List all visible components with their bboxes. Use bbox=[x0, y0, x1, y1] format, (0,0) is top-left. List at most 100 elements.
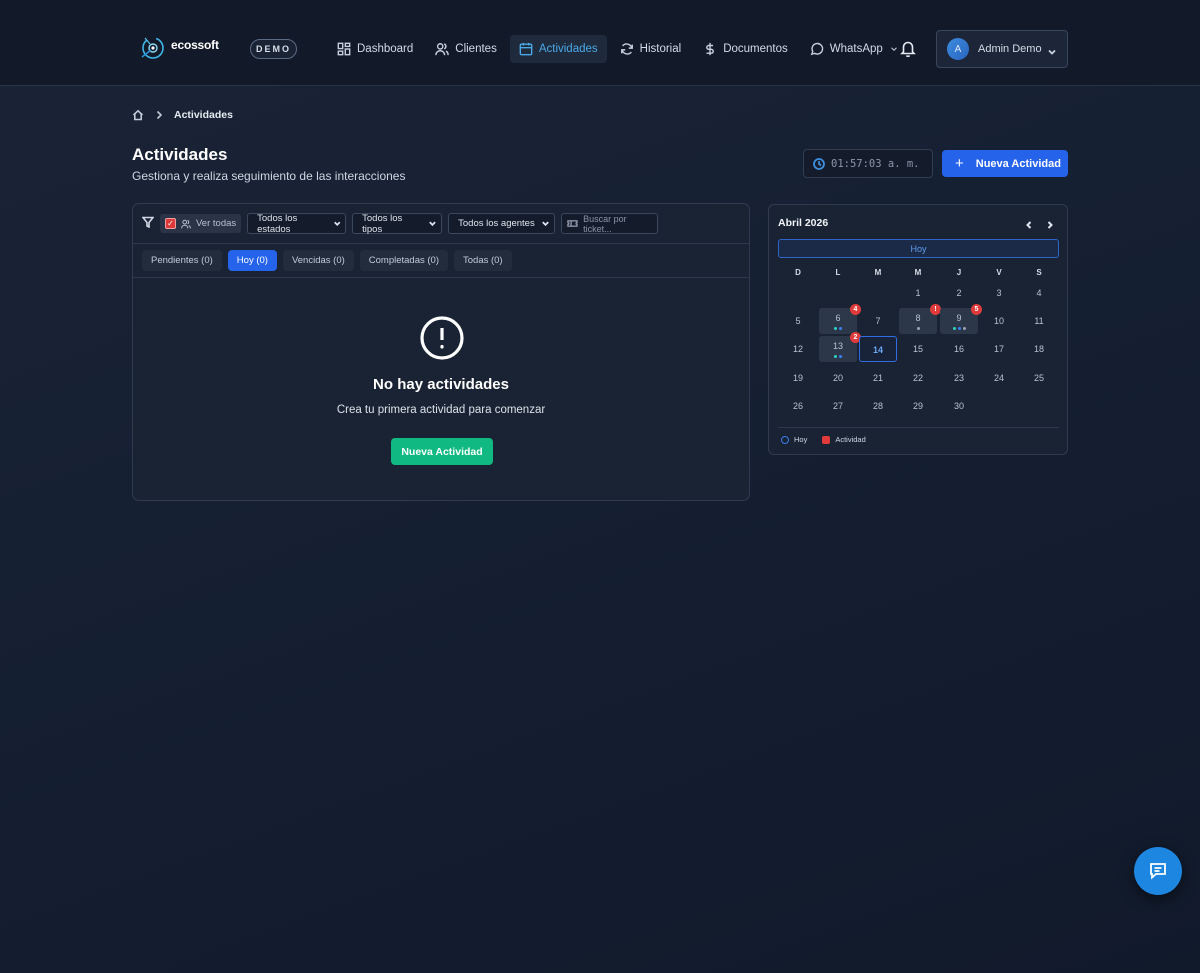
calendar-day[interactable]: 14 bbox=[859, 336, 897, 362]
calendar-day[interactable]: 23 bbox=[940, 365, 978, 391]
chevron-left-icon[interactable] bbox=[1024, 217, 1034, 229]
refresh-icon bbox=[620, 43, 633, 55]
activities-panel: ✓ Ver todas Todos los estados Todos los … bbox=[132, 203, 750, 501]
estado-value: Todos los estados bbox=[257, 212, 298, 235]
calendar-day[interactable]: 21 bbox=[859, 365, 897, 391]
agente-select[interactable]: Todos los agentes bbox=[448, 213, 556, 234]
day-number: 26 bbox=[792, 401, 803, 411]
day-number: 28 bbox=[872, 401, 883, 411]
nav-item-historial[interactable]: Historial bbox=[611, 35, 691, 63]
day-number: 25 bbox=[1033, 373, 1044, 383]
calendar-day[interactable]: 3 bbox=[980, 280, 1018, 306]
calendar-today-button[interactable]: Hoy bbox=[778, 239, 1059, 258]
calendar-day[interactable]: 28 bbox=[859, 393, 897, 419]
activity-dot bbox=[839, 327, 842, 330]
calendar-day[interactable]: 1 bbox=[899, 280, 937, 306]
activity-dots bbox=[940, 327, 978, 330]
calendar-widget: Abril 2026 Hoy D L M M J V S 1 2 3 4 5 6 4 7 8! 9 5 10 11 12… bbox=[768, 204, 1068, 455]
calendar-day[interactable]: 2 bbox=[940, 280, 978, 306]
nav-item-clientes[interactable]: Clientes bbox=[426, 35, 506, 63]
home-icon[interactable] bbox=[132, 109, 144, 121]
brand-logo[interactable]: ecossoft bbox=[139, 31, 219, 65]
user-menu[interactable]: A Admin Demo bbox=[936, 30, 1068, 68]
new-activity-button[interactable]: + Nueva Actividad bbox=[942, 150, 1068, 177]
estado-select[interactable]: Todos los estados bbox=[247, 212, 347, 235]
weekday-header: J bbox=[956, 268, 962, 277]
ver-todas-toggle[interactable]: ✓ Ver todas bbox=[160, 214, 242, 233]
nav-item-dashboard[interactable]: Dashboard bbox=[328, 35, 422, 63]
nav-item-documentos[interactable]: Documentos bbox=[694, 35, 797, 63]
ticket-search-placeholder: Buscar por ticket... bbox=[583, 213, 627, 234]
nav-item-whatsapp[interactable]: WhatsApp bbox=[801, 35, 908, 63]
notifications-button[interactable] bbox=[899, 39, 919, 59]
calendar-day[interactable]: 19 bbox=[779, 365, 817, 391]
calendar-day[interactable]: 25 bbox=[1020, 365, 1058, 391]
logo-mark-icon bbox=[139, 31, 169, 65]
empty-state-title: No hay actividades bbox=[373, 376, 509, 393]
chat-fab-button[interactable] bbox=[1134, 847, 1182, 895]
calendar-day[interactable]: 26 bbox=[779, 393, 817, 419]
calendar-day[interactable]: 13 2 bbox=[819, 332, 861, 362]
divider bbox=[778, 427, 1059, 428]
calendar-day[interactable]: 8! bbox=[899, 304, 941, 334]
day-number: 27 bbox=[832, 401, 843, 411]
logo-text: ecossoft bbox=[171, 38, 219, 52]
calendar-day[interactable]: 5 bbox=[779, 308, 817, 334]
message-square-icon bbox=[1150, 863, 1166, 880]
tab-pendientes[interactable]: Pendientes (0) bbox=[142, 250, 222, 271]
calendar-day[interactable]: 95 bbox=[940, 304, 982, 334]
nav-label: WhatsApp bbox=[829, 43, 883, 55]
clock-display: 01:57:03 a. m. bbox=[803, 149, 933, 178]
day-number: 18 bbox=[1033, 344, 1044, 354]
calendar-day[interactable]: 22 bbox=[899, 365, 937, 391]
calendar-day[interactable]: 4 bbox=[1020, 280, 1058, 306]
calendar-day[interactable]: 64 bbox=[819, 304, 861, 334]
day-number: 23 bbox=[953, 373, 964, 383]
page-subtitle: Gestiona y realiza seguimiento de las in… bbox=[132, 169, 406, 183]
filter-bar: ✓ Ver todas Todos los estados Todos los … bbox=[133, 204, 749, 244]
calendar-day[interactable]: 18 bbox=[1020, 336, 1058, 362]
day-number: 7 bbox=[875, 316, 881, 326]
calendar-day[interactable]: 27 bbox=[819, 393, 857, 419]
calendar-day[interactable]: 20 bbox=[819, 365, 857, 391]
weekday-header: M bbox=[914, 268, 922, 277]
dollar-icon bbox=[706, 42, 715, 56]
calendar-day[interactable]: 11 bbox=[1020, 308, 1058, 334]
calendar-day[interactable]: 12 bbox=[779, 336, 817, 362]
page-title: Actividades bbox=[132, 145, 228, 164]
nav-item-actividades[interactable]: Actividades bbox=[509, 35, 607, 63]
nav-label: Documentos bbox=[723, 43, 788, 55]
ticket-search-input[interactable]: Buscar por ticket... bbox=[561, 213, 659, 234]
alert-circle-icon bbox=[419, 315, 465, 361]
avatar: A bbox=[947, 38, 969, 60]
nav-label: Historial bbox=[639, 43, 682, 55]
tipo-select[interactable]: Todos los tipos bbox=[352, 213, 443, 235]
day-number: 1 bbox=[915, 288, 921, 298]
day-number: 2 bbox=[956, 288, 962, 298]
day-number: 14 bbox=[872, 345, 883, 355]
weekday-header: D bbox=[795, 268, 801, 277]
calendar-day[interactable]: 17 bbox=[980, 336, 1018, 362]
weekday-header: L bbox=[835, 268, 841, 277]
calendar-day[interactable]: 29 bbox=[899, 393, 937, 419]
calendar-day[interactable]: 30 bbox=[940, 393, 978, 419]
demo-badge: DEMO bbox=[250, 39, 297, 59]
tab-completadas[interactable]: Completadas (0) bbox=[359, 250, 448, 271]
tab-todas[interactable]: Todas (0) bbox=[454, 250, 512, 271]
tab-vencidas[interactable]: Vencidas (0) bbox=[282, 250, 354, 271]
empty-new-activity-button[interactable]: Nueva Actividad bbox=[391, 438, 493, 465]
ver-todas-checkbox[interactable]: ✓ bbox=[165, 218, 176, 229]
plus-icon: + bbox=[955, 155, 964, 172]
calendar-day[interactable]: 15 bbox=[899, 336, 937, 362]
calendar-day[interactable]: 7 bbox=[859, 308, 897, 334]
dashboard-icon bbox=[337, 42, 351, 56]
calendar-day[interactable]: 24 bbox=[980, 365, 1018, 391]
calendar-day[interactable]: 10 bbox=[980, 308, 1018, 334]
calendar-month-label: Abril 2026 bbox=[778, 217, 829, 229]
chevron-right-icon[interactable] bbox=[1045, 217, 1055, 229]
weekday-header: S bbox=[1036, 268, 1042, 277]
calendar-day[interactable]: 16 bbox=[940, 336, 978, 362]
tab-hoy[interactable]: Hoy (0) bbox=[227, 250, 277, 271]
top-navbar: ecossoft DEMO Dashboard Clientes Activid… bbox=[0, 0, 1200, 86]
chevron-down-icon bbox=[429, 221, 436, 227]
